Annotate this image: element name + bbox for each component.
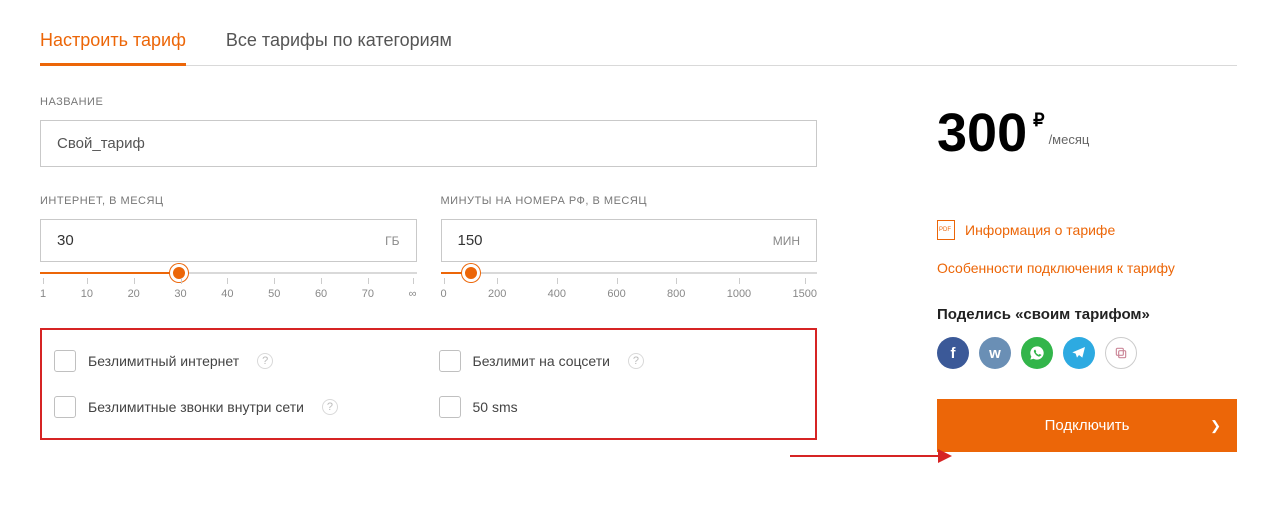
share-telegram-icon[interactable] (1063, 337, 1095, 369)
internet-value-box: 30 ГБ (40, 219, 417, 262)
tariff-name-input[interactable] (40, 120, 817, 167)
tab-all-categories[interactable]: Все тарифы по категориям (226, 20, 452, 65)
label-sms: 50 sms (473, 399, 518, 415)
minutes-slider[interactable] (441, 272, 818, 274)
checkbox-unlimited-internet[interactable] (54, 350, 76, 372)
price-block: 300 ₽ /месяц (937, 106, 1237, 160)
help-icon[interactable]: ? (322, 399, 338, 415)
checkbox-unlimited-social[interactable] (439, 350, 461, 372)
label-unlimited-calls: Безлимитные звонки внутри сети (88, 399, 304, 415)
label-unlimited-social: Безлимит на соцсети (473, 353, 610, 369)
link-connection-features[interactable]: Особенности подключения к тарифу (937, 260, 1237, 276)
pdf-icon (937, 220, 955, 240)
price-currency: ₽ (1033, 110, 1044, 131)
options-highlight-box: Безлимитный интернет ? Безлимит на соцсе… (40, 328, 817, 440)
share-facebook-icon[interactable]: f (937, 337, 969, 369)
share-copy-icon[interactable] (1105, 337, 1137, 369)
minutes-slider-thumb[interactable] (462, 264, 480, 282)
checkbox-unlimited-calls[interactable] (54, 396, 76, 418)
share-vk-icon[interactable]: w (979, 337, 1011, 369)
minutes-ticks: 0 200 400 600 800 1000 1500 (441, 288, 818, 300)
minutes-unit: МИН (773, 234, 800, 248)
label-unlimited-internet: Безлимитный интернет (88, 353, 239, 369)
price-period: /месяц (1049, 132, 1090, 147)
internet-ticks: 1 10 20 30 40 50 60 70 ∞ (40, 288, 417, 300)
connect-button[interactable]: Подключить ❯ (937, 399, 1237, 452)
minutes-value: 150 (458, 232, 483, 249)
name-label: НАЗВАНИЕ (40, 96, 817, 108)
tab-configure[interactable]: Настроить тариф (40, 20, 186, 65)
annotation-arrow (790, 455, 950, 457)
chevron-right-icon: ❯ (1210, 418, 1221, 434)
minutes-value-box: 150 МИН (441, 219, 818, 262)
minutes-label: МИНУТЫ НА НОМЕРА РФ, В МЕСЯЦ (441, 195, 818, 207)
price-amount: 300 (937, 106, 1027, 160)
share-whatsapp-icon[interactable] (1021, 337, 1053, 369)
internet-slider[interactable] (40, 272, 417, 274)
internet-label: ИНТЕРНЕТ, В МЕСЯЦ (40, 195, 417, 207)
internet-value: 30 (57, 232, 74, 249)
link-tariff-info[interactable]: Информация о тарифе (937, 220, 1237, 240)
checkbox-sms[interactable] (439, 396, 461, 418)
internet-slider-thumb[interactable] (170, 264, 188, 282)
help-icon[interactable]: ? (628, 353, 644, 369)
share-title: Поделись «своим тарифом» (937, 306, 1237, 323)
internet-unit: ГБ (385, 234, 399, 248)
tabs: Настроить тариф Все тарифы по категориям (40, 20, 1237, 66)
help-icon[interactable]: ? (257, 353, 273, 369)
